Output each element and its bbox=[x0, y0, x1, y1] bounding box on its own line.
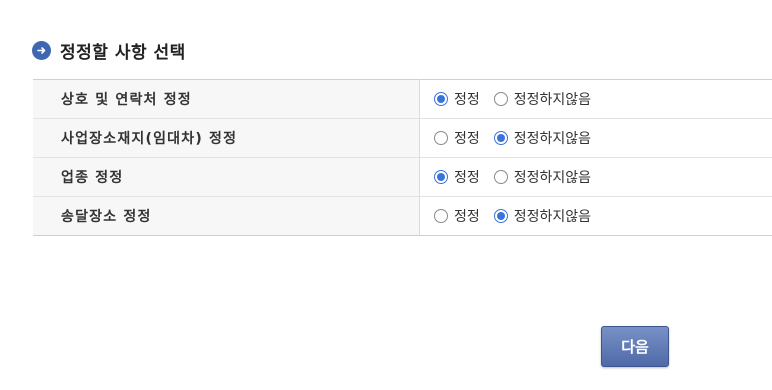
row-choices: 정정 정정하지않음 bbox=[420, 80, 772, 119]
arrow-right-circle-icon bbox=[32, 40, 51, 60]
radio-button[interactable] bbox=[434, 170, 448, 184]
radio-button[interactable] bbox=[493, 209, 508, 223]
row-choices: 정정 정정하지않음 bbox=[419, 157, 772, 197]
next-button[interactable]: 다음 bbox=[601, 326, 669, 367]
radio-no-correct-delivery-address[interactable]: 정정하지않음 bbox=[493, 206, 592, 226]
radio-button[interactable] bbox=[493, 92, 508, 106]
row-label: 사업장소재지(임대차) 정정 bbox=[33, 118, 420, 158]
row-choices: 정정 정정하지않음 bbox=[419, 118, 772, 158]
radio-label: 정정 bbox=[454, 170, 480, 186]
table-row: 상호 및 연락처 정정 정정 정정하지않음 bbox=[33, 79, 772, 119]
radio-label: 정정하지않음 bbox=[513, 170, 592, 186]
radio-no-correct-business-type[interactable]: 정정하지않음 bbox=[493, 167, 592, 187]
radio-label: 정정 bbox=[454, 209, 480, 225]
row-label: 송달장소 정정 bbox=[33, 196, 420, 236]
radio-group-trade-name: 정정 정정하지않음 bbox=[434, 89, 772, 109]
table-row: 송달장소 정정 정정 정정하지않음 bbox=[33, 196, 772, 236]
radio-label: 정정하지않음 bbox=[513, 209, 592, 225]
section-title: 정정할 사항 선택 bbox=[60, 42, 186, 63]
radio-label: 정정하지않음 bbox=[513, 92, 592, 108]
correction-options-table: 상호 및 연락처 정정 정정 정정하지않음 사업장소재지(임대차) 정정 정정 … bbox=[33, 79, 772, 236]
radio-button[interactable] bbox=[434, 92, 448, 106]
radio-correct-trade-name[interactable]: 정정 bbox=[434, 89, 480, 109]
radio-label: 정정 bbox=[454, 92, 480, 108]
radio-group-business-location: 정정 정정하지않음 bbox=[434, 128, 772, 148]
radio-button[interactable] bbox=[493, 170, 508, 184]
radio-button[interactable] bbox=[434, 131, 448, 145]
section-header: 정정할 사항 선택 bbox=[32, 37, 186, 63]
radio-label: 정정 bbox=[454, 131, 480, 147]
radio-correct-delivery-address[interactable]: 정정 bbox=[434, 206, 480, 226]
table-row: 사업장소재지(임대차) 정정 정정 정정하지않음 bbox=[33, 118, 772, 158]
radio-button[interactable] bbox=[434, 209, 448, 223]
row-label: 업종 정정 bbox=[33, 157, 420, 197]
radio-label: 정정하지않음 bbox=[513, 131, 592, 147]
row-choices: 정정 정정하지않음 bbox=[419, 196, 772, 236]
radio-button[interactable] bbox=[493, 131, 508, 145]
radio-correct-business-type[interactable]: 정정 bbox=[434, 167, 480, 187]
radio-group-business-type: 정정 정정하지않음 bbox=[434, 167, 772, 187]
radio-no-correct-trade-name[interactable]: 정정하지않음 bbox=[493, 89, 592, 109]
row-label: 상호 및 연락처 정정 bbox=[33, 79, 420, 119]
table-row: 업종 정정 정정 정정하지않음 bbox=[33, 157, 772, 197]
radio-no-correct-business-location[interactable]: 정정하지않음 bbox=[493, 128, 592, 148]
page: 정정할 사항 선택 상호 및 연락처 정정 정정 정정하지않음 사업장소재지(임… bbox=[0, 0, 772, 390]
radio-group-delivery-address: 정정 정정하지않음 bbox=[434, 206, 772, 226]
radio-correct-business-location[interactable]: 정정 bbox=[434, 128, 480, 148]
